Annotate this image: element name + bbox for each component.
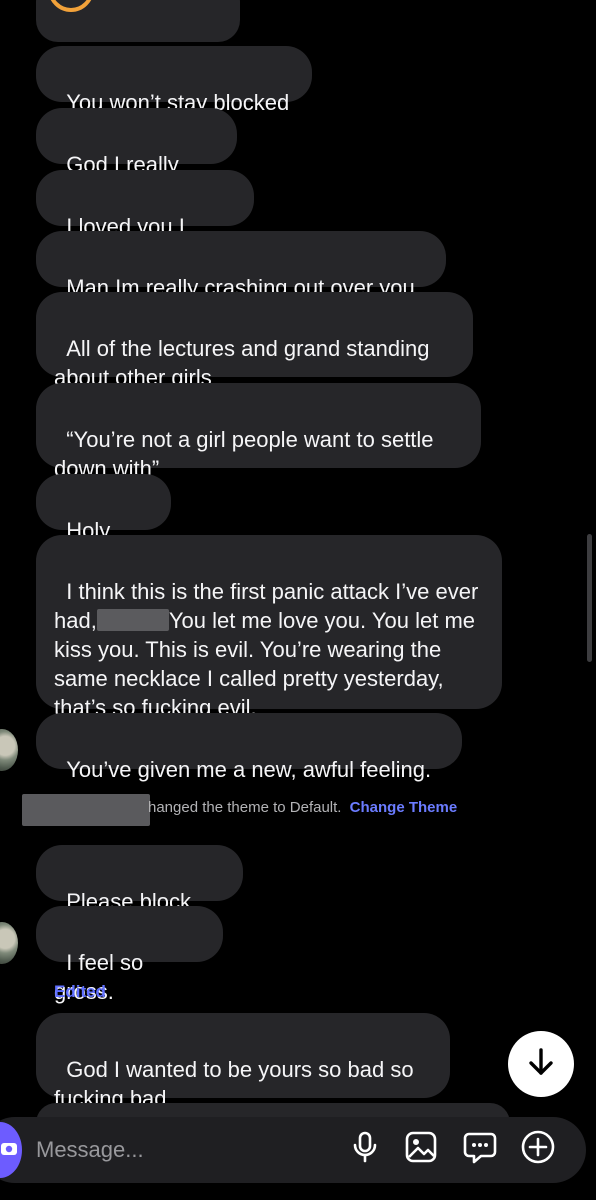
message-bubble[interactable]: Man Im really crashing out over you — [36, 231, 446, 300]
add-button[interactable] — [520, 1129, 556, 1170]
message-bubble[interactable]: I loved you I think — [36, 170, 254, 268]
microphone-icon — [350, 1130, 380, 1169]
chat-sticker-icon — [463, 1130, 497, 1169]
redacted-username — [22, 794, 150, 826]
gallery-icon — [404, 1130, 438, 1169]
message-bubble[interactable]: God I wanted to be yours so bad so fucki… — [36, 1013, 450, 1111]
change-theme-link[interactable]: Change Theme — [350, 799, 458, 816]
message-bubble[interactable]: You won’t stay blocked — [36, 46, 312, 115]
message-bubble[interactable]: “You’re not a girl people want to settle… — [36, 383, 481, 481]
gallery-button[interactable] — [403, 1131, 439, 1167]
microphone-button[interactable] — [347, 1131, 383, 1167]
camera-icon — [0, 1139, 18, 1162]
theme-change-notice: hanged the theme to Default. Change Them… — [0, 794, 596, 826]
message-text: All of the lectures and grand standing a… — [54, 336, 436, 390]
message-text: “You’re not a girl people want to settle… — [54, 427, 440, 481]
redacted-name — [96, 609, 169, 631]
top-edge — [0, 0, 596, 42]
plus-circle-icon — [520, 1129, 556, 1170]
scrollbar[interactable] — [587, 534, 592, 662]
message-bubble[interactable]: Please block me — [36, 845, 243, 943]
message-bubble[interactable]: All of the lectures and grand standing a… — [36, 292, 473, 390]
scroll-to-bottom-button[interactable] — [508, 1031, 574, 1097]
message-bubble[interactable]: You’ve given me a new, awful feeling. — [36, 713, 462, 782]
message-text: You’ve given me a new, awful feeling. — [66, 757, 432, 782]
sticker-button[interactable] — [462, 1131, 498, 1167]
message-input[interactable]: Message... — [36, 1135, 144, 1165]
arrow-down-icon — [526, 1046, 556, 1083]
message-bubble[interactable]: I think this is the first panic attack I… — [36, 535, 502, 720]
message-bubble[interactable]: God I really was — [36, 108, 237, 206]
edited-label: Edited — [54, 982, 106, 1001]
theme-notice-text: hanged the theme to Default. — [148, 799, 342, 816]
message-bubble[interactable]: I feel so gross. — [36, 906, 223, 1004]
sender-avatar[interactable] — [0, 729, 18, 771]
sender-avatar[interactable] — [0, 922, 18, 964]
message-bubble[interactable]: Holy fuck — [36, 474, 171, 572]
